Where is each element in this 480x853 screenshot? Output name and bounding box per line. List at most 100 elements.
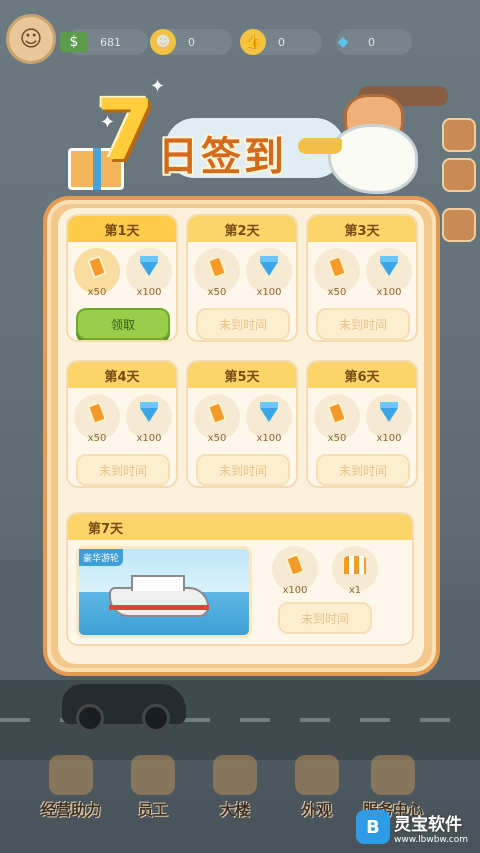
reward-count: x100 (136, 287, 162, 298)
day-5-card: 第5天 x50 x100 未到时间 (186, 360, 298, 488)
side-shop-icon[interactable] (442, 158, 476, 192)
nav-business-help[interactable]: 经营助力 (36, 750, 106, 820)
day-3-card: 第3天 x50 x100 未到时间 (306, 214, 418, 342)
day-7-not-yet-button[interactable]: 未到时间 (278, 602, 372, 634)
not-yet-button[interactable]: 未到时间 (76, 454, 170, 486)
diamond-icon: ◆ (337, 34, 349, 50)
diamond-value: 0 (368, 35, 375, 49)
diamond-icon (260, 402, 278, 422)
diamond-icon (140, 402, 158, 422)
palette-icon (295, 755, 339, 795)
player-avatar[interactable]: ☺ (6, 14, 56, 64)
thumb-value: 0 (278, 35, 285, 49)
yacht-stripe (109, 605, 209, 610)
side-calendar-icon[interactable] (442, 118, 476, 152)
cash-value: 681 (100, 35, 121, 49)
smiley-icon: ☻ (150, 29, 176, 55)
side-pet-icon[interactable] (442, 208, 476, 242)
day-7-label: 第7天 (68, 514, 412, 540)
pelican-body (328, 124, 418, 194)
luxury-yacht-image: 豪华游轮 (76, 546, 252, 638)
reward-count: x100 (256, 287, 282, 298)
day-2-card: 第2天 x50 x100 未到时间 (186, 214, 298, 342)
day-label: 第6天 (308, 362, 416, 388)
reward-ticket: x50 (314, 394, 360, 444)
reward-diamond: x100 (366, 248, 412, 298)
reward-count: x50 (207, 287, 227, 298)
reward-count: x100 (256, 433, 282, 444)
reward-count: x50 (327, 433, 347, 444)
reward-diamond: x100 (126, 248, 172, 298)
nav-staff[interactable]: 员工 (118, 750, 188, 820)
watermark-logo-icon: B (356, 810, 390, 844)
reward-count: x100 (282, 585, 308, 596)
pilot-pelican-mascot (298, 86, 448, 204)
nav-label: 外观 (301, 801, 332, 819)
reward-diamond: x100 (246, 394, 292, 444)
not-yet-button[interactable]: 未到时间 (196, 308, 290, 340)
staff-icon (131, 755, 175, 795)
reward-diamond: x100 (246, 248, 292, 298)
reward-count: x50 (327, 287, 347, 298)
service-star-icon (371, 755, 415, 795)
ticket-icon (87, 255, 107, 279)
day-6-card: 第6天 x50 x100 未到时间 (306, 360, 418, 488)
not-yet-button[interactable]: 未到时间 (196, 454, 290, 486)
reward-ticket: x50 (74, 394, 120, 444)
reward-count: x50 (87, 433, 107, 444)
ticket-icon (285, 553, 305, 577)
yacht-tag: 豪华游轮 (79, 549, 124, 566)
watermark-name: 灵宝软件 (394, 814, 462, 835)
ticket-icon (327, 255, 347, 279)
smiley-value: 0 (188, 35, 195, 49)
title-text: 日签到 (158, 134, 287, 180)
reward-shop: x1 (332, 546, 378, 596)
day-1-card: 第1天 x50 x100 领取 (66, 214, 178, 342)
reward-ticket: x50 (314, 248, 360, 298)
cash-icon: $ (60, 32, 88, 52)
watermark-url: www.lbwbw.com (394, 834, 469, 845)
reward-count: x100 (376, 287, 402, 298)
pelican-beak (298, 138, 342, 154)
day-label: 第2天 (188, 216, 296, 242)
reward-diamond: x100 (366, 394, 412, 444)
reward-ticket: x100 (272, 546, 318, 596)
resource-thumb[interactable]: 👍 0 (240, 29, 322, 55)
nav-label: 大楼 (219, 801, 250, 819)
ticket-icon (207, 401, 227, 425)
reward-count: x1 (348, 585, 362, 596)
claim-button[interactable]: 领取 (76, 308, 170, 340)
top-bar: ☺ $ 681 ☻ 0 👍 0 ◆ 0 (0, 14, 480, 66)
watermark: B 灵宝软件 www.lbwbw.com (356, 807, 476, 847)
ticket-icon (87, 401, 107, 425)
diamond-icon (260, 256, 278, 276)
resource-cash[interactable]: $ 681 (60, 29, 148, 55)
ticket-icon (207, 255, 227, 279)
diamond-icon (380, 402, 398, 422)
diamond-icon (140, 256, 158, 276)
reward-count: x100 (376, 433, 402, 444)
thumb-up-icon: 👍 (240, 29, 266, 55)
building-icon (213, 755, 257, 795)
reward-ticket: x50 (194, 394, 240, 444)
title-number: 7 (96, 81, 155, 179)
reward-diamond: x100 (126, 394, 172, 444)
reward-ticket: x50 (74, 248, 120, 298)
day-label: 第1天 (68, 216, 176, 242)
ticket-icon (327, 401, 347, 425)
nav-building[interactable]: 大楼 (200, 750, 270, 820)
not-yet-button[interactable]: 未到时间 (316, 454, 410, 486)
shop-awning-icon (344, 556, 366, 574)
not-yet-button[interactable]: 未到时间 (316, 308, 410, 340)
nav-appearance[interactable]: 外观 (282, 750, 352, 820)
day-4-card: 第4天 x50 x100 未到时间 (66, 360, 178, 488)
day-label: 第3天 (308, 216, 416, 242)
resource-smiley[interactable]: ☻ 0 (150, 29, 232, 55)
resource-diamond[interactable]: ◆ 0 (336, 29, 412, 55)
day-label: 第4天 (68, 362, 176, 388)
yacht-hull (109, 575, 209, 617)
nav-label: 员工 (137, 801, 168, 819)
reward-ticket: x50 (194, 248, 240, 298)
diamond-icon (380, 256, 398, 276)
day-label: 第5天 (188, 362, 296, 388)
